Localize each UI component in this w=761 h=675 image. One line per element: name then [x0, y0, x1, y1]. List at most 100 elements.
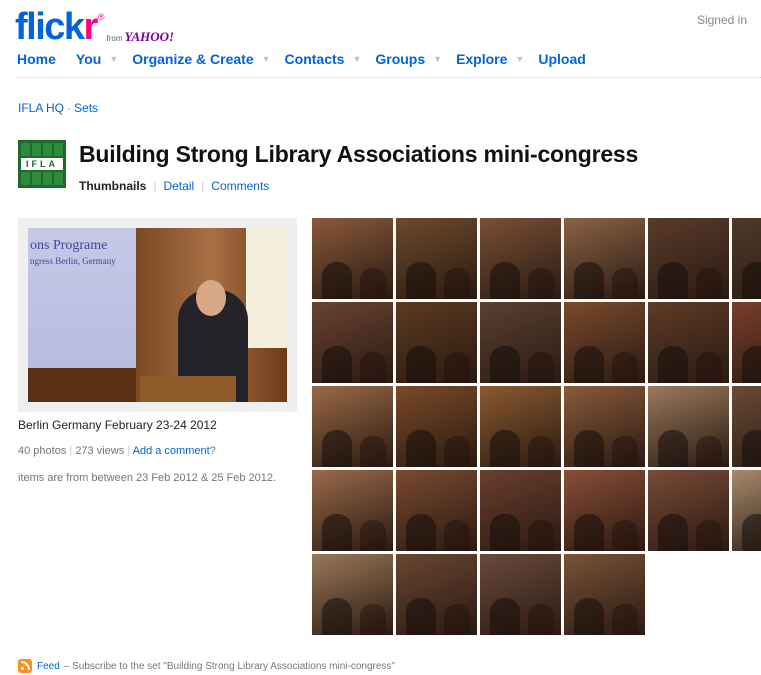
- photo-thumbnail[interactable]: [480, 386, 561, 467]
- view-thumbnails: Thumbnails: [79, 179, 147, 193]
- photo-figure: [612, 436, 638, 467]
- photo-thumbnail[interactable]: [564, 470, 645, 551]
- photo-count: 40 photos: [18, 445, 67, 457]
- feed-link[interactable]: Feed: [37, 661, 60, 672]
- photo-thumbnail[interactable]: [564, 218, 645, 299]
- nav-explore[interactable]: Explore: [456, 51, 507, 67]
- projector-screen: ons Programe ngress Berlin, Germany: [28, 228, 136, 368]
- photo-thumbnail[interactable]: [648, 302, 729, 383]
- photo-thumbnail[interactable]: [396, 218, 477, 299]
- lectern: [140, 376, 236, 402]
- window: [246, 228, 287, 348]
- photo-thumbnail[interactable]: [564, 554, 645, 635]
- photo-figure: [528, 268, 554, 299]
- feed-footer: Feed – Subscribe to the set "Building St…: [18, 659, 395, 673]
- chevron-down-icon[interactable]: ▼: [515, 54, 524, 64]
- chevron-down-icon[interactable]: ▼: [262, 54, 271, 64]
- photo-figure: [742, 262, 761, 299]
- nav-groups[interactable]: Groups: [375, 51, 425, 67]
- photo-figure: [490, 598, 520, 635]
- photo-thumbnail[interactable]: [732, 386, 761, 467]
- add-comment-link[interactable]: Add a comment: [133, 445, 210, 457]
- photo-thumbnail[interactable]: [312, 554, 393, 635]
- photo-figure: [444, 352, 470, 383]
- photo-thumbnail[interactable]: [480, 302, 561, 383]
- photo-thumbnail[interactable]: [648, 218, 729, 299]
- set-stats: 40 photos | 273 views | Add a comment?: [18, 445, 216, 457]
- photo-thumbnail[interactable]: [312, 470, 393, 551]
- view-separator: |: [201, 179, 205, 193]
- photo-thumbnail[interactable]: [396, 386, 477, 467]
- photo-figure: [322, 598, 352, 635]
- view-comments[interactable]: Comments: [211, 179, 269, 193]
- photo-thumbnail[interactable]: [480, 470, 561, 551]
- photo-thumbnail[interactable]: [480, 554, 561, 635]
- flickr-logo[interactable]: flickr ® from YAHOO!: [15, 6, 174, 46]
- photo-figure: [406, 430, 436, 467]
- photo-figure: [696, 352, 722, 383]
- photo-figure: [658, 262, 688, 299]
- photo-thumbnail[interactable]: [396, 554, 477, 635]
- stats-separator: |: [127, 445, 131, 457]
- photo-figure: [696, 520, 722, 551]
- photo-thumbnail[interactable]: [564, 386, 645, 467]
- logo-tile: [32, 143, 41, 156]
- nav-upload[interactable]: Upload: [538, 51, 585, 67]
- nav-contacts[interactable]: Contacts: [285, 51, 345, 67]
- ifla-logo-icon[interactable]: IFLA: [18, 140, 66, 188]
- nav-home[interactable]: Home: [17, 51, 56, 67]
- photo-thumbnail[interactable]: [396, 302, 477, 383]
- rss-icon[interactable]: [18, 659, 32, 673]
- photo-thumbnail[interactable]: [312, 386, 393, 467]
- photo-thumbnail[interactable]: [732, 470, 761, 551]
- photo-figure: [612, 604, 638, 635]
- photo-figure: [528, 520, 554, 551]
- date-range: items are from between 23 Feb 2012 & 25 …: [18, 472, 277, 484]
- photo-figure: [574, 262, 604, 299]
- nav-organize[interactable]: Organize & Create: [132, 51, 253, 67]
- photo-thumbnail[interactable]: [480, 218, 561, 299]
- photo-figure: [658, 514, 688, 551]
- photo-figure: [742, 430, 761, 467]
- photo-figure: [490, 262, 520, 299]
- photo-thumbnail[interactable]: [732, 218, 761, 299]
- photo-figure: [360, 520, 386, 551]
- screen-text-line: ons Programe: [30, 238, 108, 253]
- yahoo-logo: YAHOO!: [124, 29, 175, 44]
- photo-thumbnail[interactable]: [648, 470, 729, 551]
- photo-thumbnail[interactable]: [312, 302, 393, 383]
- chevron-down-icon[interactable]: ▼: [352, 54, 361, 64]
- logo-tile: [32, 172, 41, 185]
- photo-figure: [612, 268, 638, 299]
- breadcrumb-owner[interactable]: IFLA HQ: [18, 101, 64, 115]
- thumbnail-grid: [312, 218, 761, 638]
- logo-tile: [43, 143, 52, 156]
- photo-thumbnail[interactable]: [564, 302, 645, 383]
- photo-thumbnail[interactable]: [648, 386, 729, 467]
- photo-figure: [322, 346, 352, 383]
- photo-figure: [360, 352, 386, 383]
- nav-you[interactable]: You: [76, 51, 101, 67]
- chevron-down-icon[interactable]: ▼: [109, 54, 118, 64]
- photo-figure: [322, 514, 352, 551]
- cover-image[interactable]: ons Programe ngress Berlin, Germany: [28, 228, 287, 402]
- page-title: Building Strong Library Associations min…: [79, 141, 639, 167]
- photo-figure: [360, 436, 386, 467]
- photo-thumbnail[interactable]: [732, 302, 761, 383]
- photo-thumbnail[interactable]: [312, 218, 393, 299]
- set-cover-photo[interactable]: ons Programe ngress Berlin, Germany: [18, 218, 297, 412]
- photo-figure: [658, 346, 688, 383]
- view-detail[interactable]: Detail: [163, 179, 194, 193]
- breadcrumb-separator: ·: [67, 101, 72, 115]
- view-switcher: Thumbnails | Detail | Comments: [79, 179, 269, 193]
- logo-wordmark: flickr: [15, 6, 98, 48]
- stats-separator: |: [69, 445, 73, 457]
- breadcrumb: IFLA HQ · Sets: [18, 101, 98, 115]
- chevron-down-icon[interactable]: ▼: [433, 54, 442, 64]
- photo-figure: [574, 346, 604, 383]
- photo-figure: [406, 262, 436, 299]
- photo-figure: [742, 346, 761, 383]
- photo-figure: [360, 268, 386, 299]
- photo-thumbnail[interactable]: [396, 470, 477, 551]
- breadcrumb-sets[interactable]: Sets: [74, 101, 98, 115]
